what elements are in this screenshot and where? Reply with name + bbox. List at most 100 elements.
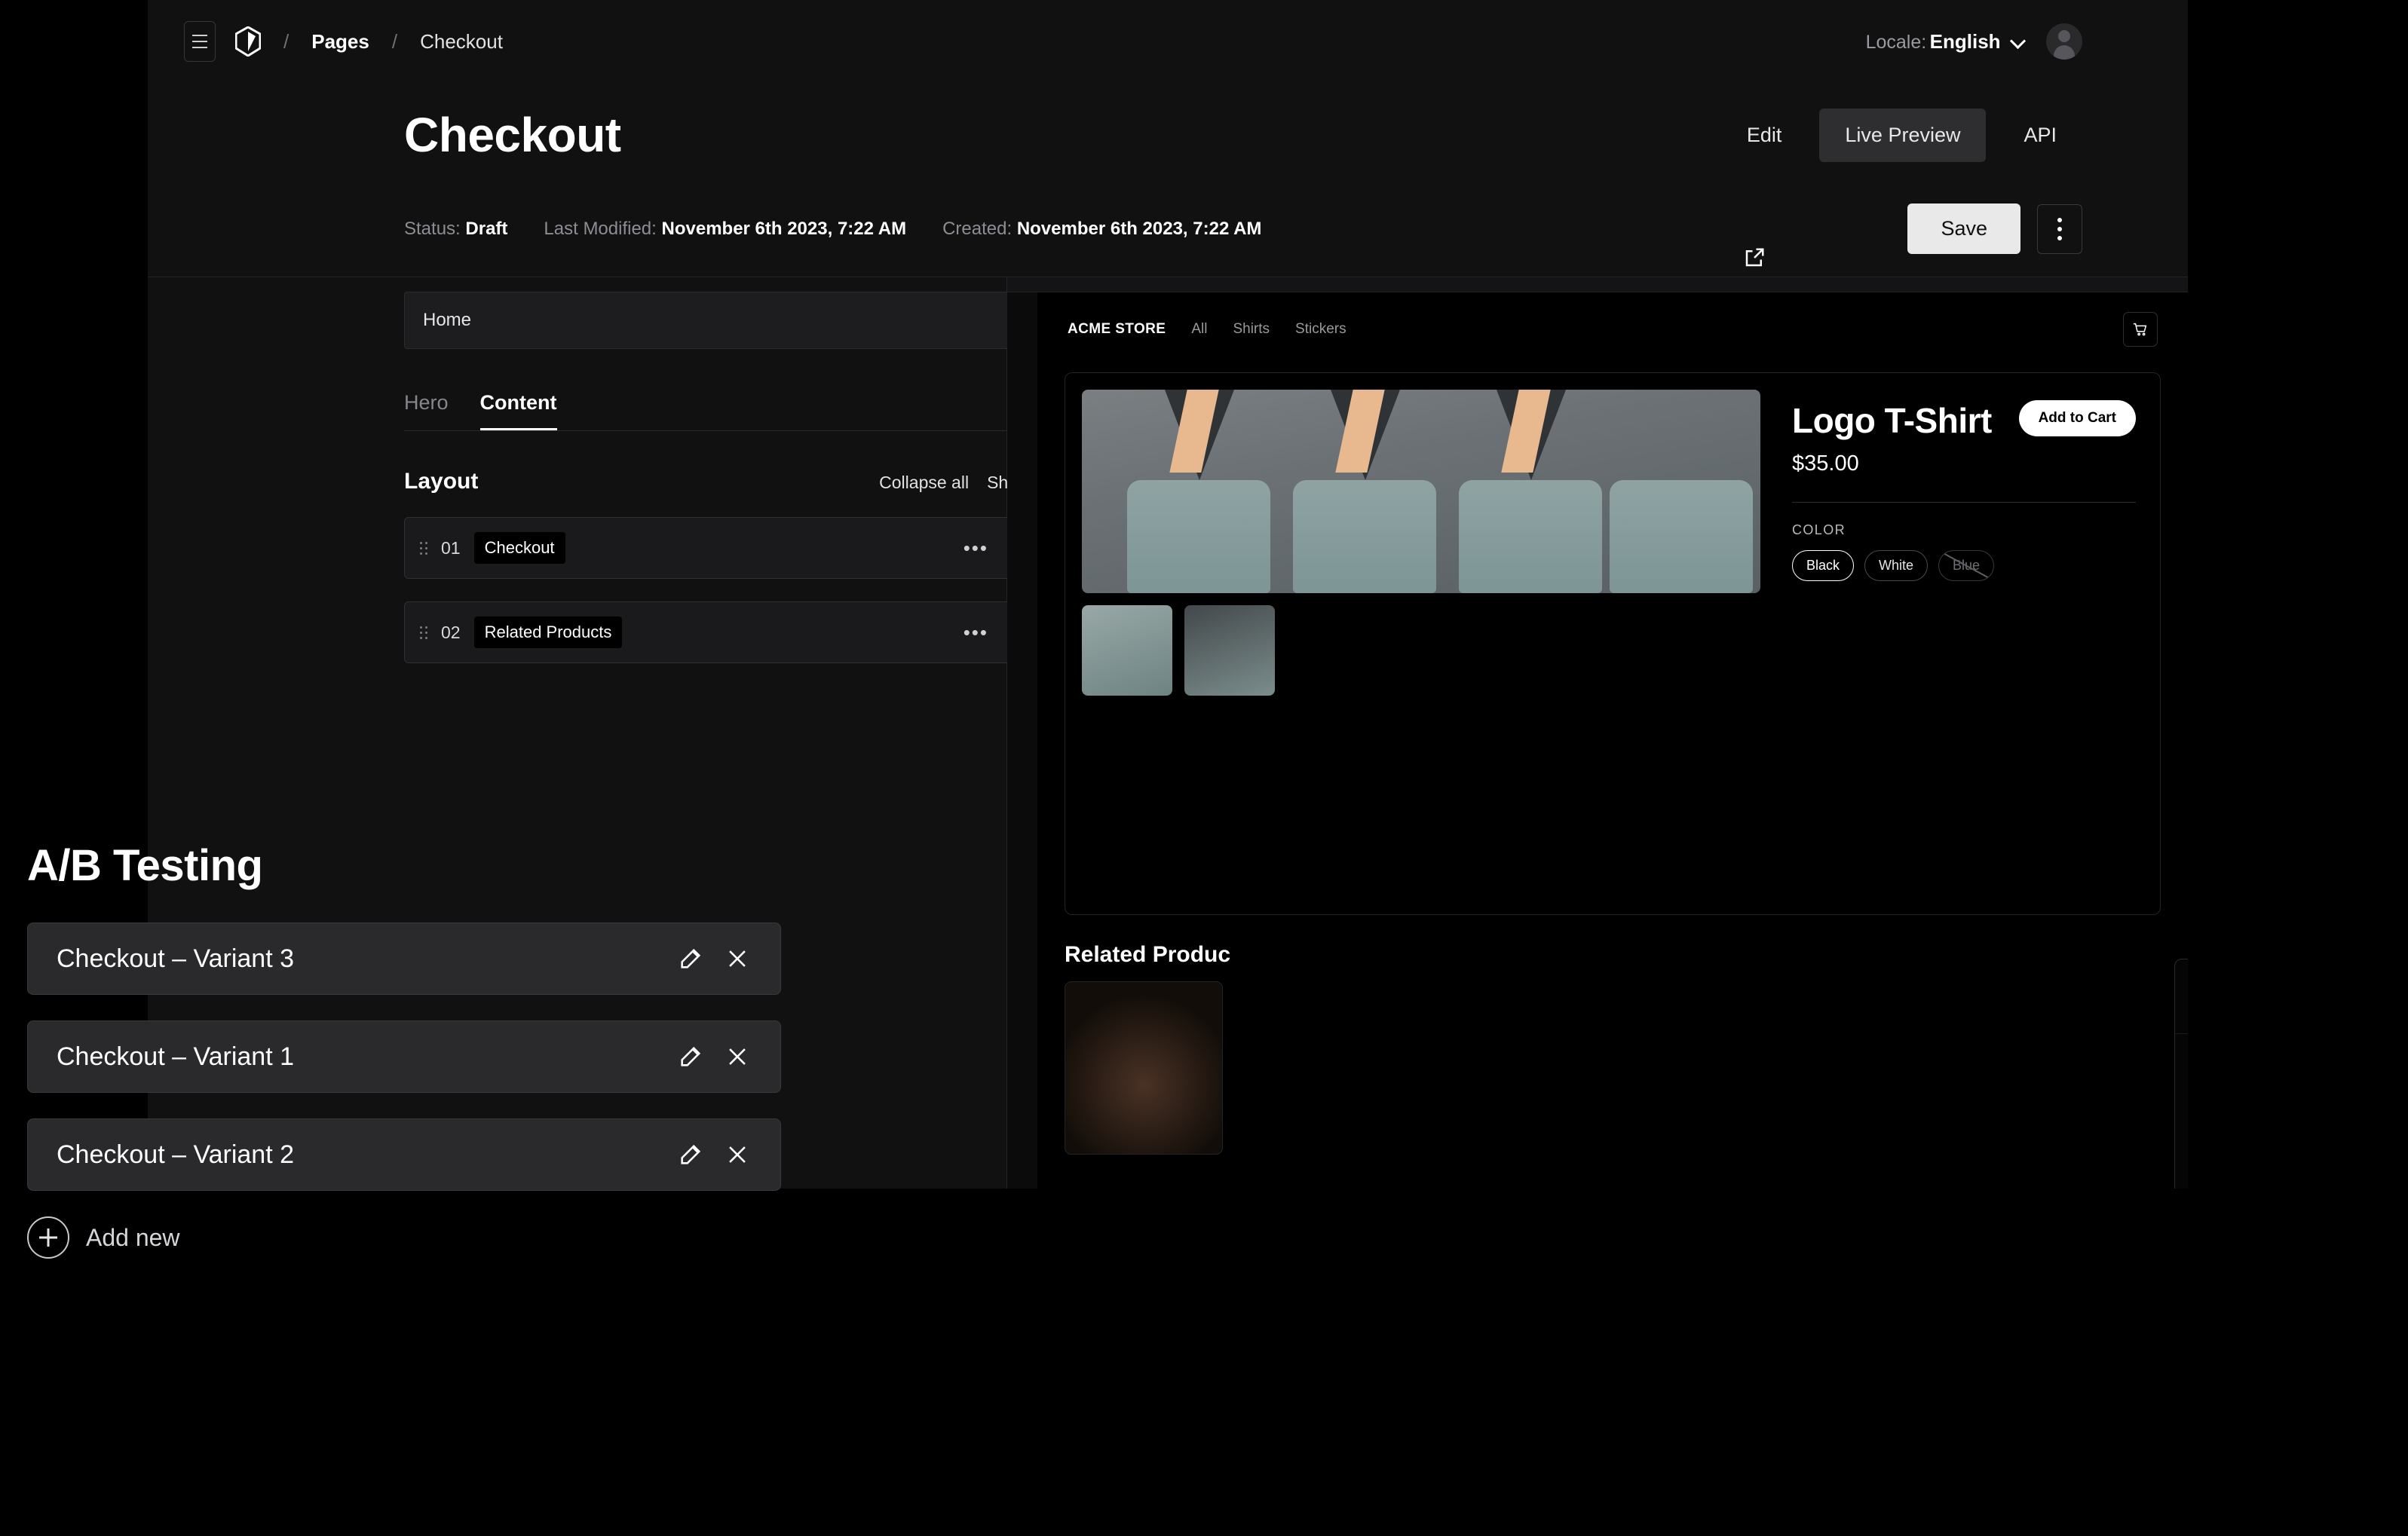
admin-header: / Pages / Checkout Locale: English Check… bbox=[148, 0, 2188, 277]
variant-label: Checkout – Variant 1 bbox=[57, 1042, 294, 1071]
layout-block-row[interactable]: 01 Checkout ••• bbox=[404, 517, 1052, 579]
last-modified-field: Last Modified: November 6th 2023, 7:22 A… bbox=[544, 219, 906, 240]
foreground-store-nav: ACME STORE All Shirts Stickers bbox=[2175, 959, 2188, 1034]
breadcrumb-separator: / bbox=[391, 29, 398, 53]
content-tabs: Hero Content bbox=[404, 391, 1049, 431]
variant-label: Checkout – Variant 3 bbox=[57, 944, 294, 973]
document-title-bar: Checkout Edit Live Preview API bbox=[148, 83, 2188, 181]
ellipsis-icon[interactable]: ••• bbox=[964, 537, 988, 560]
last-modified-value: November 6th 2023, 7:22 AM bbox=[661, 218, 907, 239]
locale-label: Locale: bbox=[1865, 31, 1927, 53]
background-thumbnails bbox=[1082, 605, 1760, 696]
shopping-cart-icon[interactable] bbox=[2123, 312, 2158, 347]
layout-heading: Layout bbox=[404, 469, 479, 494]
payload-logo-icon[interactable] bbox=[235, 26, 261, 57]
page-title: Checkout bbox=[404, 108, 621, 162]
thumbnail[interactable] bbox=[1184, 605, 1275, 696]
hamburger-icon[interactable] bbox=[184, 21, 216, 62]
created-value: November 6th 2023, 7:22 AM bbox=[1016, 218, 1262, 239]
ab-variant-row[interactable]: Checkout – Variant 3 bbox=[27, 923, 781, 995]
last-modified-label: Last Modified: bbox=[544, 218, 657, 239]
background-gallery bbox=[1082, 390, 1760, 898]
block-number: 01 bbox=[441, 537, 461, 558]
tab-edit[interactable]: Edit bbox=[1721, 109, 1808, 162]
block-number: 02 bbox=[441, 622, 461, 642]
thumbnail[interactable] bbox=[1082, 605, 1172, 696]
related-product-card[interactable] bbox=[1065, 981, 1223, 1155]
document-tabs: Edit Live Preview API bbox=[1721, 108, 2082, 162]
close-x-icon[interactable] bbox=[725, 946, 750, 971]
status-label: Status: bbox=[404, 218, 461, 239]
status-metadata: Status: Draft Last Modified: November 6t… bbox=[404, 219, 1261, 240]
close-x-icon[interactable] bbox=[725, 1044, 750, 1069]
preview-foreground-page: ACME STORE All Shirts Stickers bbox=[2174, 959, 2188, 1189]
breadcrumb-bar: / Pages / Checkout Locale: English bbox=[148, 0, 2188, 83]
edit-pencil-icon[interactable] bbox=[678, 1142, 703, 1167]
background-title-row: Logo T-Shirt Add to Cart bbox=[1792, 400, 2136, 441]
color-option-blue[interactable]: Blue bbox=[1938, 550, 1995, 581]
ellipsis-icon[interactable]: ••• bbox=[964, 621, 988, 644]
block-name: Related Products bbox=[473, 617, 623, 648]
preview-background-page: ACME STORE All Shirts Stickers Logo T-Sh… bbox=[1037, 292, 2188, 1189]
drag-handle-icon[interactable] bbox=[420, 538, 427, 558]
background-product-info: Logo T-Shirt Add to Cart $35.00 COLOR Bl… bbox=[1780, 390, 2143, 898]
block-name: Checkout bbox=[473, 532, 565, 564]
background-related-heading: Related Produc bbox=[1065, 942, 1231, 967]
color-options: Black White Blue bbox=[1792, 550, 2136, 581]
status-bar: Status: Draft Last Modified: November 6t… bbox=[148, 181, 2188, 277]
drag-handle-icon[interactable] bbox=[420, 623, 427, 642]
color-option-label: COLOR bbox=[1792, 522, 1846, 537]
foreground-product-main: Logo T-Shirt $35 COLOR Black White Blue … bbox=[2175, 1034, 2188, 1189]
screenshot-stage: / Pages / Checkout Locale: English Check… bbox=[0, 0, 2408, 1536]
close-x-icon[interactable] bbox=[725, 1142, 750, 1167]
ab-variant-row[interactable]: Checkout – Variant 1 bbox=[27, 1020, 781, 1093]
divider bbox=[1792, 502, 2136, 503]
store-nav: ACME STORE All Shirts Stickers bbox=[1037, 292, 2188, 366]
add-to-cart-button[interactable]: Add to Cart bbox=[2018, 400, 2136, 436]
breadcrumb-current: Checkout bbox=[420, 29, 503, 53]
tab-hero[interactable]: Hero bbox=[404, 391, 449, 430]
collapse-all-button[interactable]: Collapse all bbox=[879, 473, 969, 493]
external-link-icon[interactable] bbox=[1743, 246, 1766, 269]
store-nav-all[interactable]: All bbox=[1191, 321, 1207, 338]
status-badge: Draft bbox=[465, 218, 508, 239]
tab-content[interactable]: Content bbox=[479, 391, 557, 430]
locale-value: English bbox=[1929, 29, 2001, 53]
product-hero-image bbox=[1082, 390, 1760, 593]
background-product-card: Logo T-Shirt Add to Cart $35.00 COLOR Bl… bbox=[1065, 372, 2161, 915]
edit-pencil-icon[interactable] bbox=[678, 946, 703, 971]
store-nav-stickers[interactable]: Stickers bbox=[1295, 321, 1346, 338]
vertical-dots-icon[interactable] bbox=[2037, 203, 2082, 254]
color-option-black[interactable]: Black bbox=[1792, 550, 1855, 581]
ab-testing-heading: A/B Testing bbox=[27, 841, 263, 890]
background-related-row bbox=[1065, 981, 2188, 1155]
color-option-white[interactable]: White bbox=[1864, 550, 1929, 581]
preview-canvas: ACME STORE All Shirts Stickers Logo T-Sh… bbox=[1007, 292, 2188, 1189]
status-actions: Save bbox=[1907, 203, 2082, 254]
ab-variant-row[interactable]: Checkout – Variant 2 bbox=[27, 1118, 781, 1191]
store-nav-shirts[interactable]: Shirts bbox=[1233, 321, 1270, 338]
tab-api[interactable]: API bbox=[1998, 109, 2082, 162]
plus-circle-icon[interactable] bbox=[27, 1216, 69, 1259]
store-brand[interactable]: ACME STORE bbox=[1068, 321, 1166, 338]
breadcrumb-separator: / bbox=[283, 29, 290, 53]
user-avatar-icon[interactable] bbox=[2046, 23, 2082, 60]
locale-selector[interactable]: Locale: English bbox=[1866, 30, 2025, 54]
created-field: Created: November 6th 2023, 7:22 AM bbox=[942, 219, 1261, 240]
breadcrumb: / Pages / Checkout bbox=[184, 21, 503, 62]
tab-live-preview[interactable]: Live Preview bbox=[1819, 108, 1987, 162]
title-input[interactable] bbox=[404, 292, 1049, 349]
add-new-variant-button[interactable]: Add new bbox=[27, 1216, 781, 1259]
status-field: Status: Draft bbox=[404, 219, 507, 240]
live-preview-pane: http://www.my-store.com/same-url ACME ST… bbox=[1007, 223, 2188, 1189]
created-label: Created: bbox=[942, 218, 1013, 239]
save-button[interactable]: Save bbox=[1907, 203, 2020, 254]
breadcrumb-pages-link[interactable]: Pages bbox=[311, 30, 369, 54]
layout-block-row[interactable]: 02 Related Products ••• bbox=[404, 601, 1052, 663]
variant-label: Checkout – Variant 2 bbox=[57, 1140, 294, 1169]
add-new-label: Add new bbox=[86, 1223, 180, 1251]
chevron-down-icon[interactable] bbox=[2011, 35, 2025, 48]
product-title: Logo T-Shirt bbox=[1792, 401, 1992, 440]
edit-pencil-icon[interactable] bbox=[678, 1044, 703, 1069]
header-right: Locale: English bbox=[1866, 23, 2082, 60]
